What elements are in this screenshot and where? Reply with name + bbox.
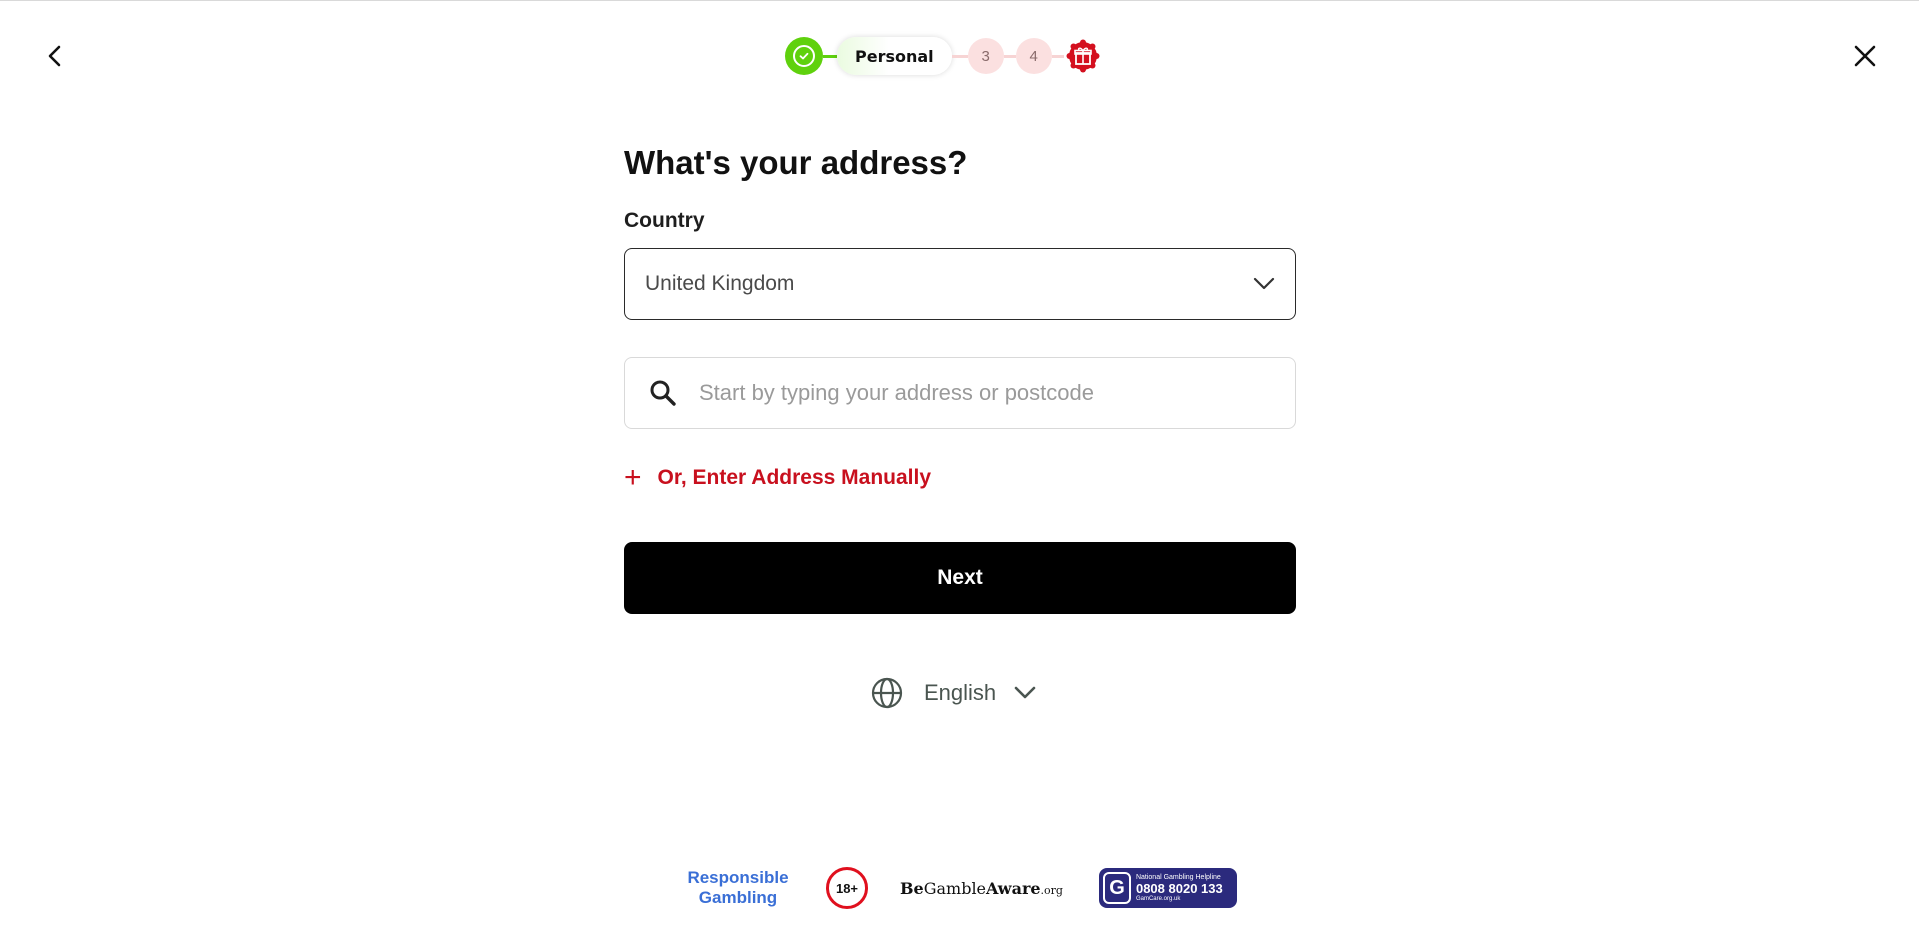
- helpline-title: National Gambling Helpline: [1135, 874, 1221, 881]
- step-reward: [1064, 37, 1102, 75]
- enter-address-manually-link[interactable]: + Or, Enter Address Manually: [624, 463, 931, 493]
- begambleaware-logo[interactable]: BeGambleAware.org: [900, 879, 1063, 898]
- globe-icon: [871, 677, 903, 709]
- footer-logos: Responsible Gambling 18+ BeGambleAware.o…: [686, 866, 1237, 910]
- search-icon: [650, 380, 676, 406]
- step-3: 3: [967, 38, 1004, 74]
- back-button[interactable]: [35, 36, 75, 76]
- chevron-left-icon: [48, 45, 61, 67]
- chevron-down-icon: [1253, 277, 1275, 290]
- address-search-input[interactable]: [697, 379, 1271, 407]
- chevron-down-icon: [1014, 686, 1036, 699]
- responsible-gambling-line2: Gambling: [698, 888, 778, 907]
- progress-stepper: Personal 3 4: [785, 37, 1102, 75]
- step-connector: [1051, 54, 1064, 58]
- gift-icon: [1066, 39, 1100, 73]
- responsible-gambling-logo[interactable]: Responsible Gambling: [686, 868, 790, 908]
- page-title: What's your address?: [624, 144, 968, 181]
- helpline-number: 0808 8020 133: [1135, 881, 1223, 896]
- bga-gamble: Gamble: [923, 878, 987, 898]
- close-button[interactable]: [1845, 36, 1885, 76]
- step-4: 4: [1015, 38, 1052, 74]
- manual-link-label: Or, Enter Address Manually: [657, 466, 932, 489]
- next-button[interactable]: Next: [624, 542, 1296, 614]
- step-connector: [823, 54, 837, 58]
- helpline-site: GamCare.org.uk: [1135, 896, 1181, 902]
- bga-be: Be: [900, 878, 924, 898]
- plus-icon: +: [624, 461, 642, 494]
- country-value: United Kingdom: [645, 272, 795, 295]
- close-icon: [1854, 45, 1876, 67]
- age-restriction-badge: 18+: [826, 867, 868, 909]
- address-search-field: [624, 357, 1296, 429]
- country-select[interactable]: United Kingdom: [624, 248, 1296, 320]
- step-connector: [1003, 54, 1016, 58]
- language-label: English: [924, 680, 997, 705]
- gamcare-helpline-logo[interactable]: G National Gambling Helpline 0808 8020 1…: [1098, 868, 1237, 908]
- responsible-gambling-line1: Responsible: [687, 868, 789, 887]
- check-icon: [799, 52, 809, 60]
- step-completed: [785, 37, 823, 75]
- top-divider: [0, 0, 1919, 1]
- bga-aware: Aware: [986, 878, 1041, 898]
- step-connector: [951, 54, 968, 58]
- language-selector[interactable]: English: [870, 674, 1036, 712]
- step-current: Personal: [837, 37, 952, 75]
- bga-org: .org: [1040, 883, 1063, 897]
- gamcare-g-icon: G: [1102, 872, 1131, 904]
- country-label: Country: [624, 209, 705, 232]
